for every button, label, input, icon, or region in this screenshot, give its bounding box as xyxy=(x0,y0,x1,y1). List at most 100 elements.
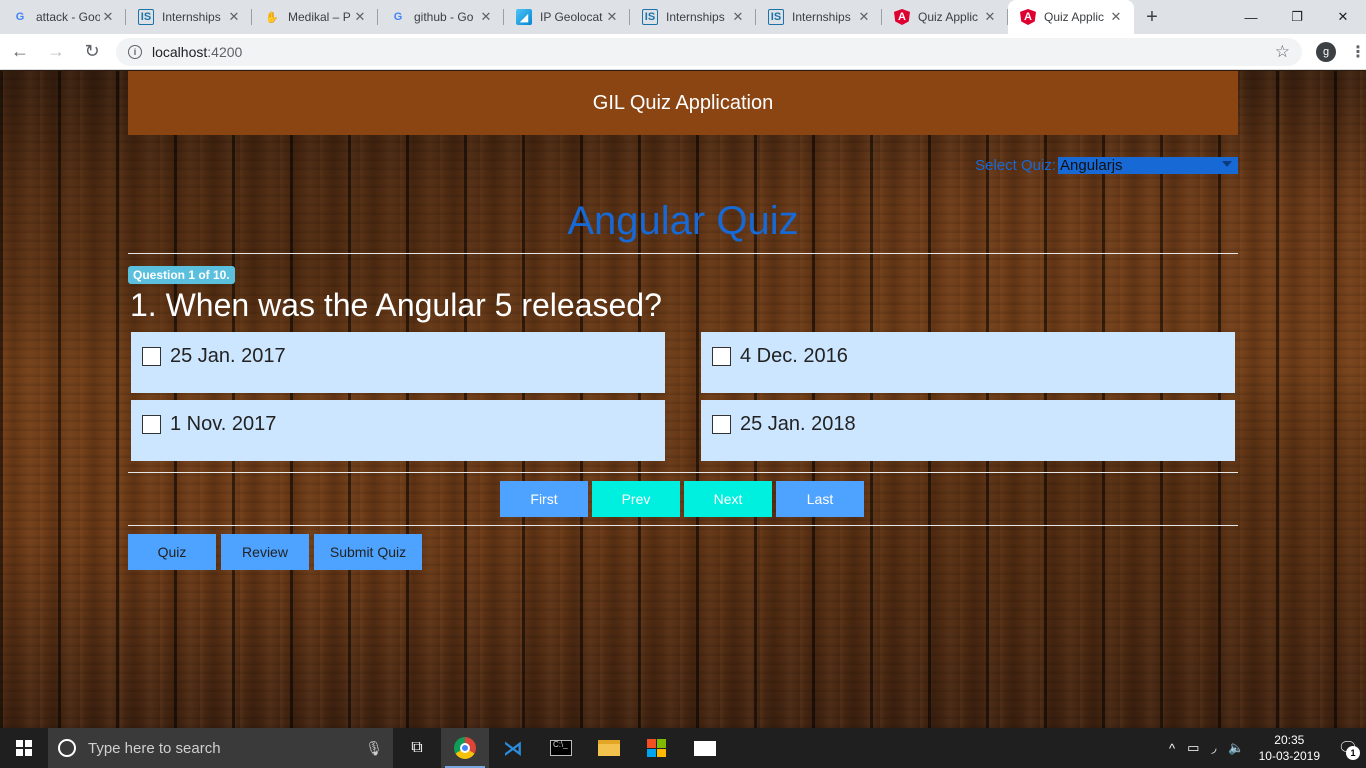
app-header-title: GIL Quiz Application xyxy=(592,91,774,114)
taskbar-search[interactable]: Type here to search 🎙 xyxy=(48,728,393,768)
volume-icon[interactable]: 🔈 xyxy=(1228,740,1244,756)
browser-tab[interactable]: A Quiz Applic ✕ xyxy=(882,0,1008,34)
browser-tab[interactable]: IS Internships ✕ xyxy=(126,0,252,34)
close-tab-icon[interactable]: ✕ xyxy=(856,9,872,25)
address-bar[interactable]: i localhost:4200 ☆ xyxy=(116,37,1302,66)
chrome-taskbar-icon[interactable] xyxy=(441,728,489,768)
close-tab-icon[interactable]: ✕ xyxy=(100,9,116,25)
url-text: localhost:4200 xyxy=(152,44,1275,60)
close-tab-icon[interactable]: ✕ xyxy=(352,9,368,25)
forward-arrow-icon[interactable]: → xyxy=(40,36,72,68)
close-tab-icon[interactable]: ✕ xyxy=(730,9,746,25)
system-tray: ^ ▭ ◞ 🔈 20:35 10-03-2019 🗨1 xyxy=(1163,728,1366,768)
close-tab-icon[interactable]: ✕ xyxy=(226,9,242,25)
tab-title: Quiz Applic xyxy=(918,10,979,24)
quiz-selector: Select Quiz: Angularjs xyxy=(975,157,1238,174)
window-controls: — ❐ ✕ xyxy=(1228,0,1366,34)
action-center-icon[interactable]: 🗨1 xyxy=(1330,728,1366,768)
internshala-icon: IS xyxy=(138,9,154,25)
file-explorer-taskbar-icon[interactable] xyxy=(585,728,633,768)
battery-icon[interactable]: ▭ xyxy=(1187,740,1199,756)
task-view-icon[interactable]: ⧉ xyxy=(393,728,441,768)
chrome-icon xyxy=(454,737,476,759)
first-button[interactable]: First xyxy=(500,481,588,517)
question-text: 1. When was the Angular 5 released? xyxy=(130,287,662,323)
browser-tab[interactable]: IS Internships ✕ xyxy=(630,0,756,34)
internshala-icon: IS xyxy=(642,9,658,25)
review-button[interactable]: Review xyxy=(221,534,309,570)
close-tab-icon[interactable]: ✕ xyxy=(604,9,620,25)
terminal-icon: C:\_ xyxy=(550,740,572,756)
hand-icon: ✋ xyxy=(265,11,279,24)
tab-title: Internships xyxy=(792,10,851,24)
dropdown-arrow-icon xyxy=(1222,161,1232,167)
tab-title: IP Geolocat xyxy=(540,10,603,24)
prev-button[interactable]: Prev xyxy=(592,481,680,517)
folder-icon xyxy=(598,740,620,756)
profile-avatar[interactable]: g xyxy=(1316,41,1336,62)
mail-taskbar-icon[interactable] xyxy=(681,728,729,768)
divider xyxy=(128,525,1238,526)
start-button[interactable] xyxy=(0,728,48,768)
bookmark-star-icon[interactable]: ☆ xyxy=(1275,42,1290,62)
microphone-icon[interactable]: 🎙 xyxy=(365,740,383,757)
tab-title: Internships xyxy=(162,10,221,24)
tab-title: Internships xyxy=(666,10,725,24)
quiz-title: Angular Quiz xyxy=(567,199,799,243)
divider xyxy=(128,472,1238,473)
quiz-select-dropdown[interactable]: Angularjs xyxy=(1058,157,1238,174)
checkbox-icon[interactable] xyxy=(142,415,161,434)
browser-tab-active[interactable]: A Quiz Applic ✕ xyxy=(1008,0,1134,34)
new-tab-button[interactable]: + xyxy=(1134,0,1170,34)
answer-option[interactable]: 4 Dec. 2016 xyxy=(701,332,1235,393)
answer-option[interactable]: 25 Jan. 2018 xyxy=(701,400,1235,461)
restore-icon[interactable]: ❐ xyxy=(1274,0,1320,34)
browser-tab[interactable]: ◢ IP Geolocat ✕ xyxy=(504,0,630,34)
info-icon[interactable]: i xyxy=(128,44,142,59)
submit-quiz-button[interactable]: Submit Quiz xyxy=(314,534,422,570)
taskbar-search-placeholder: Type here to search xyxy=(88,739,221,757)
taskbar-clock[interactable]: 20:35 10-03-2019 xyxy=(1259,732,1320,764)
minimize-icon[interactable]: — xyxy=(1228,0,1274,34)
close-tab-icon[interactable]: ✕ xyxy=(1108,9,1124,25)
browser-tab[interactable]: G attack - Goo ✕ xyxy=(0,0,126,34)
store-icon xyxy=(647,739,667,757)
url-host: localhost xyxy=(152,43,208,60)
chevron-up-icon[interactable]: ^ xyxy=(1169,741,1175,756)
google-g-icon: G xyxy=(15,11,25,23)
app-header: GIL Quiz Application xyxy=(128,71,1238,135)
checkbox-icon[interactable] xyxy=(142,347,161,366)
tab-title: attack - Goo xyxy=(36,10,100,24)
quiz-app: GIL Quiz Application Select Quiz: Angula… xyxy=(128,71,1238,728)
angular-icon: A xyxy=(894,9,910,25)
answer-option[interactable]: 1 Nov. 2017 xyxy=(131,400,665,461)
store-taskbar-icon[interactable] xyxy=(633,728,681,768)
google-g-icon: G xyxy=(393,11,403,23)
answer-option-label: 1 Nov. 2017 xyxy=(170,413,277,435)
mode-buttons: Quiz Review Submit Quiz xyxy=(128,534,427,570)
answer-option[interactable]: 25 Jan. 2017 xyxy=(131,332,665,393)
browser-tab[interactable]: G github - Go ✕ xyxy=(378,0,504,34)
close-tab-icon[interactable]: ✕ xyxy=(478,9,494,25)
back-arrow-icon[interactable]: ← xyxy=(4,36,36,68)
mail-icon xyxy=(694,740,716,756)
tab-title: github - Go xyxy=(414,10,474,24)
browser-tab[interactable]: ✋ Medikal – P ✕ xyxy=(252,0,378,34)
browser-menu-icon[interactable]: ⋮ xyxy=(1350,42,1366,62)
vscode-taskbar-icon[interactable]: ⋊ xyxy=(489,728,537,768)
wifi-icon[interactable]: ◞ xyxy=(1211,740,1216,756)
reload-icon[interactable]: ↻ xyxy=(76,36,108,68)
close-tab-icon[interactable]: ✕ xyxy=(982,9,998,25)
checkbox-icon[interactable] xyxy=(712,347,731,366)
next-button[interactable]: Next xyxy=(684,481,772,517)
quiz-mode-button[interactable]: Quiz xyxy=(128,534,216,570)
last-button[interactable]: Last xyxy=(776,481,864,517)
browser-tab[interactable]: IS Internships ✕ xyxy=(756,0,882,34)
checkbox-icon[interactable] xyxy=(712,415,731,434)
question-pager: First Prev Next Last xyxy=(500,481,868,517)
terminal-taskbar-icon[interactable]: C:\_ xyxy=(537,728,585,768)
close-window-icon[interactable]: ✕ xyxy=(1320,0,1366,34)
tab-title: Medikal – P xyxy=(288,10,351,24)
divider xyxy=(128,253,1238,254)
clock-time: 20:35 xyxy=(1274,733,1305,747)
